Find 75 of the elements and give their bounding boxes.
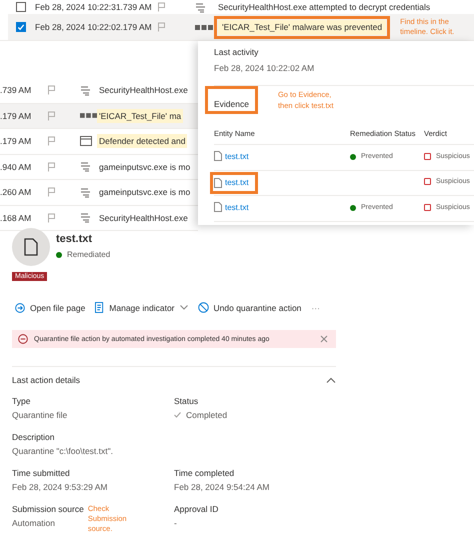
minus-circle-icon	[18, 334, 28, 344]
field-value: -	[174, 518, 178, 528]
chevron-up-icon[interactable]	[326, 377, 336, 383]
field-value: Feb 28, 2024 9:53:29 AM	[12, 482, 108, 492]
event-title[interactable]: gameinputsvc.exe is mo	[97, 185, 192, 200]
document-icon	[95, 302, 104, 313]
file-status: Remediated	[56, 250, 110, 259]
event-time: .940 AM	[0, 162, 32, 172]
open-icon	[15, 302, 25, 312]
event-title[interactable]: 'EICAR_Test_File' ma	[97, 108, 184, 123]
event-title[interactable]: 'EICAR_Test_File' malware was prevented	[218, 20, 386, 34]
event-title[interactable]: SecurityHealthHost.exe	[97, 210, 190, 225]
event-time: .260 AM	[0, 187, 32, 198]
field-value: Quarantine file	[12, 410, 68, 420]
event-time: .739 AM	[0, 85, 32, 96]
event-title[interactable]: SecurityHealthHost.exe	[97, 83, 190, 98]
event-time: Feb 28, 2024 10:22:02.179 AM	[35, 22, 153, 32]
more-button[interactable]: ···	[308, 300, 323, 314]
field-label: Last activity	[214, 47, 260, 57]
timeline-row[interactable]: .940 AM gameinputsvc.exe is mo	[0, 154, 198, 180]
timeline-row[interactable]: .179 AM 'EICAR_Test_File' ma	[0, 104, 198, 129]
field-value: Automation	[12, 518, 56, 528]
close-icon[interactable]	[320, 335, 328, 343]
row-checkbox[interactable]	[16, 2, 26, 12]
field-label: Time submitted	[12, 468, 71, 478]
entity-link[interactable]: test.txt	[214, 151, 249, 162]
field-label: Time completed	[174, 468, 236, 478]
check-icon	[174, 412, 181, 418]
timeline-row[interactable]: .260 AM gameinputsvc.exe is mo	[0, 180, 198, 206]
field-label: Type	[12, 396, 32, 406]
field-value: Feb 28, 2024 9:54:24 AM	[174, 482, 270, 492]
window-icon	[80, 136, 92, 146]
process-icon	[80, 84, 91, 96]
row-checkbox[interactable]	[16, 22, 26, 32]
event-time: Feb 28, 2024 10:22:31.739 AM	[35, 2, 153, 12]
event-time: .179 AM	[0, 110, 32, 121]
process-icon	[80, 186, 91, 198]
file-name: test.txt	[56, 233, 94, 245]
severity-icon	[195, 24, 213, 30]
evidence-tab[interactable]: Evidence	[214, 99, 249, 109]
file-icon	[214, 202, 222, 212]
block-icon	[198, 302, 209, 313]
section-title: Last action details	[12, 375, 80, 385]
timeline-row[interactable]: .179 AM Defender detected and	[0, 129, 198, 154]
file-icon	[214, 151, 222, 162]
flag-icon[interactable]	[47, 110, 56, 121]
field-value: Feb 28, 2024 10:22:02 AM	[214, 63, 316, 73]
process-icon	[80, 212, 91, 224]
process-icon	[80, 161, 91, 172]
timeline-row[interactable]: Feb 28, 2024 10:22:31.739 AM SecurityHealthHost.exe attempted to decrypt credentials	[0, 0, 474, 14]
flag-icon[interactable]	[47, 212, 56, 223]
flag-icon[interactable]	[47, 85, 56, 96]
flag-icon[interactable]	[47, 162, 56, 172]
event-time: .179 AM	[0, 136, 32, 146]
event-title[interactable]: Defender detected and	[97, 134, 188, 148]
field-label: Description	[12, 432, 56, 442]
field-label: Submission source	[12, 504, 84, 514]
file-avatar	[12, 228, 50, 266]
event-title[interactable]: SecurityHealthHost.exe attempted to decrypt credentials	[214, 0, 434, 14]
event-title[interactable]: gameinputsvc.exe is mo	[97, 160, 192, 174]
action-button[interactable]: Open file page	[12, 300, 88, 314]
field-label: Approval ID	[174, 504, 220, 514]
action-button[interactable]: Undo quarantine action	[194, 300, 304, 315]
field-label: Status	[174, 396, 200, 406]
entity-link[interactable]: test.txt	[214, 202, 249, 212]
action-button[interactable]: Manage indicator	[92, 300, 191, 315]
flag-icon[interactable]	[47, 187, 56, 198]
severity-icon	[80, 113, 97, 118]
entity-link[interactable]: test.txt	[214, 178, 249, 188]
process-icon	[195, 2, 206, 12]
flag-icon[interactable]	[47, 136, 56, 146]
field-value: Completed	[186, 410, 228, 420]
event-time: .168 AM	[0, 212, 32, 223]
field-value: Quarantine "c:\foo\test.txt".	[12, 446, 114, 456]
file-icon	[214, 178, 222, 188]
